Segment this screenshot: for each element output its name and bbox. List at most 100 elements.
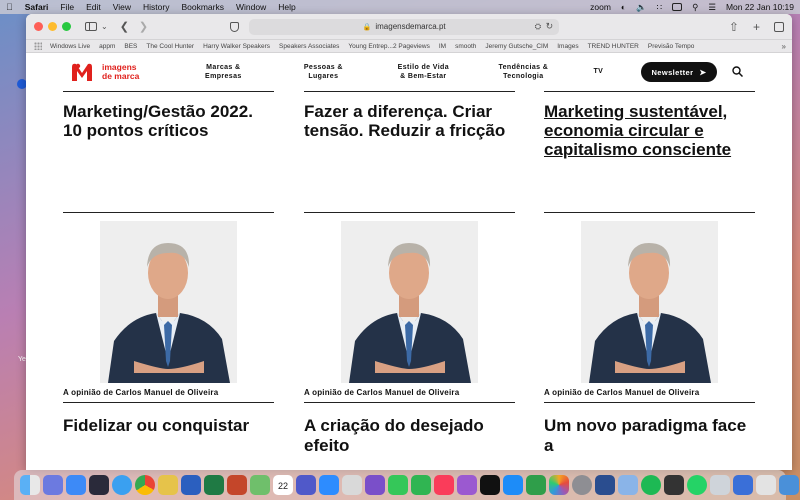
mail-icon[interactable] <box>66 475 86 495</box>
favorite-link[interactable]: The Cool Hunter <box>146 43 194 50</box>
chevron-right-double-icon[interactable]: » <box>782 42 786 51</box>
search-spotlight-icon[interactable]: ⚲ <box>692 2 698 13</box>
teams-icon[interactable] <box>296 475 316 495</box>
nav-estilo-de-vida[interactable]: Estilo de Vida & Bem-Estar <box>373 63 473 81</box>
article-kicker[interactable]: A opinião de Carlos Manuel de Oliveira <box>544 388 699 397</box>
menu-bookmarks[interactable]: Bookmarks <box>181 2 224 12</box>
photos-icon[interactable] <box>89 475 109 495</box>
favorite-link[interactable]: Jeremy Gutsche_CIM <box>485 43 548 50</box>
nav-marcas-empresas[interactable]: Marcas & Empresas <box>173 63 273 81</box>
translate-icon[interactable]: ⛭ <box>535 22 541 32</box>
article-title-link[interactable]: Marketing sustentável, economia circular… <box>544 102 755 159</box>
menu-window[interactable]: Window <box>236 2 266 12</box>
excel-icon[interactable] <box>204 475 224 495</box>
screen-icon[interactable] <box>756 475 776 495</box>
word-icon[interactable] <box>181 475 201 495</box>
terminal-icon[interactable] <box>664 475 684 495</box>
author-photo[interactable] <box>581 221 718 383</box>
search-icon[interactable] <box>732 66 743 77</box>
finder2-icon[interactable] <box>779 475 799 495</box>
favorites-grid-icon[interactable] <box>34 42 42 50</box>
author-photo[interactable] <box>100 221 237 383</box>
menu-app-name[interactable]: Safari <box>25 2 49 12</box>
minimize-window-button[interactable] <box>48 22 57 31</box>
finder-icon[interactable] <box>20 475 40 495</box>
favorite-link[interactable]: appm <box>99 43 115 50</box>
article-title[interactable]: Fidelizar ou conquistar <box>63 416 274 436</box>
favorite-link[interactable]: Previsão Tempo <box>648 43 695 50</box>
newsletter-button[interactable]: Newsletter ➤ <box>641 62 717 82</box>
vpn-icon[interactable] <box>733 475 753 495</box>
menu-view[interactable]: View <box>113 2 131 12</box>
photos2-icon[interactable] <box>549 475 569 495</box>
chevron-down-icon[interactable]: ⌄ <box>101 22 108 31</box>
close-window-button[interactable] <box>34 22 43 31</box>
article-title[interactable]: A criação do desejado efeito <box>304 416 515 456</box>
nav-pessoas-lugares[interactable]: Pessoas & Lugares <box>273 63 373 81</box>
apple-icon[interactable]:  <box>6 2 13 12</box>
wifi-icon[interactable]: ◐ <box>621 2 626 12</box>
share-icon[interactable]: ⇧ <box>729 20 739 34</box>
podcasts-icon[interactable] <box>457 475 477 495</box>
spotify-icon[interactable] <box>641 475 661 495</box>
appletv-icon[interactable] <box>480 475 500 495</box>
control-center-icon[interactable]: ☰ <box>708 2 716 13</box>
author-photo[interactable] <box>341 221 478 383</box>
calendar-icon[interactable]: 22 <box>273 475 293 495</box>
appstore-icon[interactable] <box>503 475 523 495</box>
bluetooth-icon[interactable]: ∷ <box>657 2 662 13</box>
powerpoint-icon[interactable] <box>227 475 247 495</box>
whatsapp-icon[interactable] <box>687 475 707 495</box>
reload-icon[interactable]: ↻ <box>546 21 554 32</box>
menu-edit[interactable]: Edit <box>86 2 101 12</box>
help-icon[interactable] <box>710 475 730 495</box>
maps-icon[interactable] <box>250 475 270 495</box>
article-title[interactable]: Marketing/Gestão 2022. 10 pontos crítico… <box>63 102 274 140</box>
favorite-link[interactable]: IM <box>439 43 446 50</box>
menu-clock[interactable]: Mon 22 Jan 10:19 <box>726 2 794 12</box>
nav-tv[interactable]: TV <box>573 63 623 81</box>
privacy-shield-icon[interactable] <box>230 21 240 32</box>
menu-file[interactable]: File <box>60 2 74 12</box>
settings-icon[interactable] <box>572 475 592 495</box>
favorite-link[interactable]: Windows Live <box>50 43 90 50</box>
imovie-icon[interactable] <box>365 475 385 495</box>
tab-overview-icon[interactable] <box>774 21 784 32</box>
favorite-link[interactable]: Young Entrep...2 Pageviews <box>348 43 429 50</box>
favorite-link[interactable]: smooth <box>455 43 476 50</box>
sidebar-toggle-icon[interactable] <box>85 22 97 31</box>
address-bar[interactable]: 🔒 imagensdemarca.pt ⛭ ↻ <box>249 18 560 35</box>
nav-tendencias-tecnologia[interactable]: Tendências & Tecnologia <box>473 63 573 81</box>
favorite-link[interactable]: Harry Walker Speakers <box>203 43 270 50</box>
back-arrow-icon[interactable]: ❮ <box>120 20 129 33</box>
facetime-icon[interactable] <box>411 475 431 495</box>
new-tab-icon[interactable]: + <box>753 20 760 34</box>
messages-icon[interactable] <box>388 475 408 495</box>
forward-arrow-icon[interactable]: ❯ <box>139 20 148 33</box>
lightroom-icon[interactable] <box>595 475 615 495</box>
battery-icon[interactable] <box>672 3 683 11</box>
favorite-link[interactable]: Images <box>557 43 578 50</box>
article-title[interactable]: Fazer a diferença. Criar tensão. Reduzir… <box>304 102 515 140</box>
zoom-icon[interactable] <box>319 475 339 495</box>
launchpad-icon[interactable] <box>43 475 63 495</box>
favorite-link[interactable]: TREND HUNTER <box>588 43 639 50</box>
article-kicker[interactable]: A opinião de Carlos Manuel de Oliveira <box>63 388 218 397</box>
preview-icon[interactable] <box>342 475 362 495</box>
menu-help[interactable]: Help <box>278 2 295 12</box>
notes-icon[interactable] <box>158 475 178 495</box>
chrome-icon[interactable] <box>135 475 155 495</box>
favorite-link[interactable]: Speakers Associates <box>279 43 339 50</box>
article-kicker[interactable]: A opinião de Carlos Manuel de Oliveira <box>304 388 459 397</box>
volume-icon[interactable]: 🔈 <box>636 2 647 13</box>
numbers-icon[interactable] <box>526 475 546 495</box>
site-logo[interactable]: imagens de marca <box>70 61 139 83</box>
folder-icon[interactable] <box>618 475 638 495</box>
zoom-status-label[interactable]: zoom <box>590 2 611 12</box>
favorite-link[interactable]: BES <box>124 43 137 50</box>
menu-history[interactable]: History <box>143 2 169 12</box>
safari-icon[interactable] <box>112 475 132 495</box>
article-title[interactable]: Um novo paradigma face a <box>544 416 755 456</box>
music-icon[interactable] <box>434 475 454 495</box>
zoom-window-button[interactable] <box>62 22 71 31</box>
